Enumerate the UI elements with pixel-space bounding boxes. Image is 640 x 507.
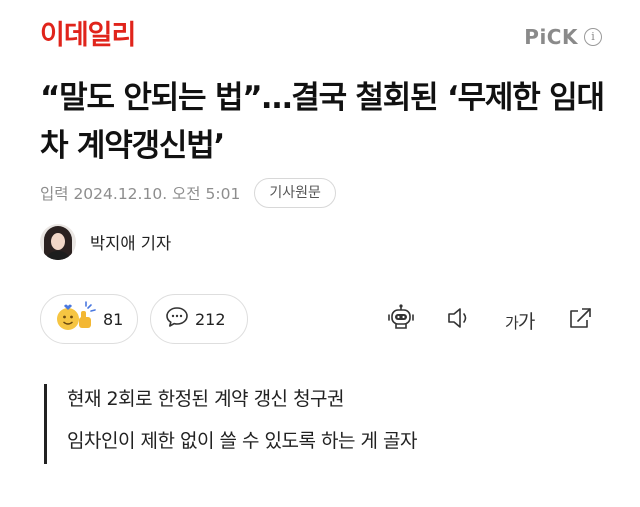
- reaction-count: 81: [103, 309, 124, 329]
- brand-logo[interactable]: 이데일리: [40, 20, 136, 52]
- publish-date: 입력 2024.12.10. 오전 5:01: [40, 185, 241, 203]
- article-meta: 입력 2024.12.10. 오전 5:01 기사원문: [40, 178, 336, 208]
- share-button[interactable]: [566, 307, 594, 333]
- font-big-glyph: 가: [517, 310, 536, 333]
- pick-badge[interactable]: PiCK i: [524, 25, 602, 49]
- action-bar: 81 212 가가: [40, 294, 605, 346]
- share-icon: [566, 305, 594, 335]
- reporter-name[interactable]: 박지애 기자: [90, 230, 171, 254]
- font-size-icon: 가가: [505, 307, 536, 334]
- info-icon[interactable]: i: [584, 28, 602, 46]
- article-summary: 현재 2회로 한정된 계약 갱신 청구권 임차인이 제한 없이 쓸 수 있도록 …: [44, 384, 604, 464]
- original-article-button[interactable]: 기사원문: [254, 178, 336, 208]
- comment-icon: [165, 306, 189, 332]
- reaction-button[interactable]: 81: [40, 294, 138, 344]
- summary-line: 현재 2회로 한정된 계약 갱신 청구권: [67, 388, 345, 410]
- reaction-emoji-icon: [53, 300, 97, 338]
- reporter-info[interactable]: 박지애 기자: [40, 224, 171, 260]
- comment-button[interactable]: 212: [150, 294, 248, 344]
- comment-count: 212: [195, 309, 226, 329]
- speaker-icon: [445, 305, 473, 335]
- app-header: 이데일리 PiCK i: [0, 0, 640, 70]
- ai-summary-button[interactable]: [386, 304, 416, 333]
- avatar: [40, 224, 76, 260]
- pick-label: PiCK: [524, 25, 578, 49]
- font-size-button[interactable]: 가가: [505, 307, 536, 334]
- font-small-glyph: 가: [505, 313, 519, 332]
- robot-icon: [386, 303, 416, 337]
- listen-button[interactable]: [445, 307, 473, 333]
- summary-line: 임차인이 제한 없이 쓸 수 있도록 하는 게 골자: [67, 430, 417, 452]
- article-title: “말도 안되는 법”…결국 철회된 ‘무제한 임대차 계약갱신법’: [40, 80, 605, 164]
